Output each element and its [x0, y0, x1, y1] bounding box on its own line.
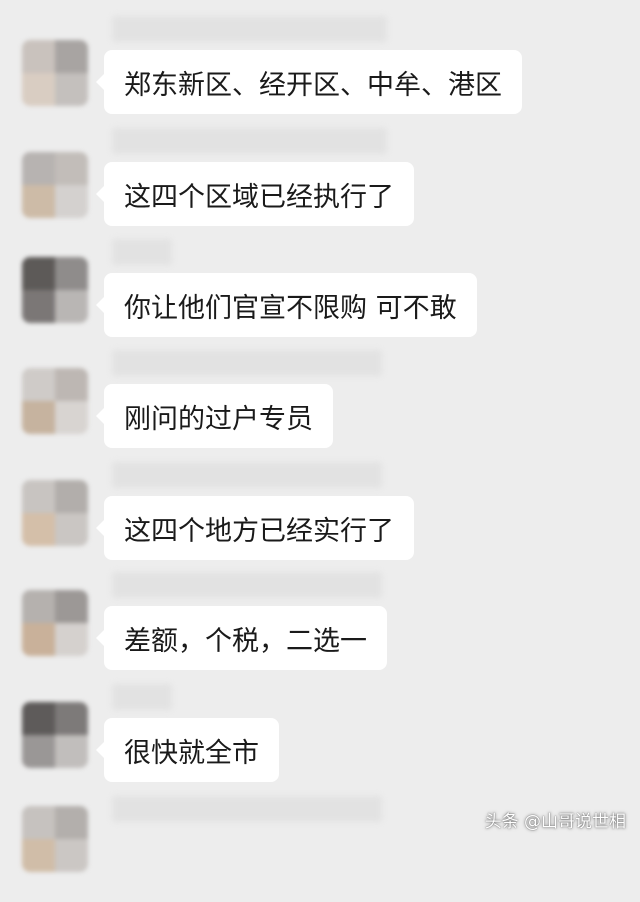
avatar-tile — [22, 623, 55, 656]
avatar-tile — [55, 590, 88, 623]
avatar-tile — [55, 152, 88, 185]
avatar-tile — [22, 368, 55, 401]
avatar-tile — [22, 73, 55, 106]
message-bubble[interactable]: 差额，个税，二选一 — [96, 606, 387, 670]
avatar-tile — [55, 368, 88, 401]
avatar-tile — [22, 513, 55, 546]
sender-name-blurred — [112, 16, 387, 42]
chat-message: 差额，个税，二选一 — [0, 568, 640, 678]
avatar-tile — [55, 257, 88, 290]
sender-name-blurred — [112, 462, 382, 488]
avatar-tile — [55, 40, 88, 73]
chat-message: 郑东新区、经开区、中牟、港区 — [0, 12, 640, 122]
chat-message: 刚问的过户专员 — [0, 346, 640, 456]
avatar-tile — [22, 257, 55, 290]
avatar-tile — [22, 839, 55, 872]
avatar-tile — [22, 290, 55, 323]
sender-name-blurred — [112, 684, 172, 710]
chat-message: 这四个地方已经实行了 — [0, 458, 640, 568]
avatar-tile — [55, 806, 88, 839]
sender-name-blurred — [112, 796, 382, 822]
sender-avatar[interactable] — [22, 480, 88, 546]
message-bubble[interactable]: 你让他们官宣不限购 可不敢 — [96, 273, 477, 337]
sender-avatar[interactable] — [22, 257, 88, 323]
avatar-tile — [55, 185, 88, 218]
message-bubble[interactable]: 很快就全市 — [96, 718, 279, 782]
avatar-tile — [55, 735, 88, 768]
sender-name-blurred — [112, 572, 382, 598]
avatar-tile — [55, 513, 88, 546]
sender-avatar[interactable] — [22, 368, 88, 434]
avatar-tile — [22, 702, 55, 735]
message-bubble[interactable]: 这四个地方已经实行了 — [96, 496, 414, 560]
chat-message: 这四个区域已经执行了 — [0, 124, 640, 234]
avatar-tile — [55, 480, 88, 513]
chat-message: 很快就全市 — [0, 680, 640, 790]
sender-avatar[interactable] — [22, 806, 88, 872]
message-text: 郑东新区、经开区、中牟、港区 — [124, 69, 502, 101]
message-text: 这四个区域已经执行了 — [124, 181, 394, 213]
message-text: 刚问的过户专员 — [124, 403, 313, 435]
avatar-tile — [55, 401, 88, 434]
message-bubble[interactable]: 郑东新区、经开区、中牟、港区 — [96, 50, 522, 114]
avatar-tile — [22, 185, 55, 218]
avatar-tile — [22, 152, 55, 185]
sender-name-blurred — [112, 350, 382, 376]
avatar-tile — [22, 480, 55, 513]
chat-list: 郑东新区、经开区、中牟、港区 这四个区域已经执行了 你让他们官宣不限购 可不敢 … — [0, 0, 640, 872]
message-bubble[interactable]: 刚问的过户专员 — [96, 384, 333, 448]
avatar-tile — [22, 735, 55, 768]
message-text: 很快就全市 — [124, 737, 259, 769]
sender-avatar[interactable] — [22, 40, 88, 106]
avatar-tile — [22, 806, 55, 839]
sender-avatar[interactable] — [22, 152, 88, 218]
message-text: 你让他们官宣不限购 可不敢 — [124, 292, 457, 324]
avatar-tile — [22, 590, 55, 623]
avatar-tile — [55, 702, 88, 735]
avatar-tile — [55, 839, 88, 872]
message-text: 差额，个税，二选一 — [124, 625, 367, 657]
message-text: 这四个地方已经实行了 — [124, 515, 394, 547]
sender-avatar[interactable] — [22, 702, 88, 768]
avatar-tile — [55, 623, 88, 656]
watermark: 头条 @山哥说世相 — [484, 812, 626, 832]
message-bubble[interactable]: 这四个区域已经执行了 — [96, 162, 414, 226]
avatar-tile — [22, 401, 55, 434]
sender-name-blurred — [112, 128, 387, 154]
avatar-tile — [55, 73, 88, 106]
avatar-tile — [22, 40, 55, 73]
sender-avatar[interactable] — [22, 590, 88, 656]
sender-name-blurred — [112, 239, 172, 265]
chat-message: 你让他们官宣不限购 可不敢 — [0, 235, 640, 345]
avatar-tile — [55, 290, 88, 323]
